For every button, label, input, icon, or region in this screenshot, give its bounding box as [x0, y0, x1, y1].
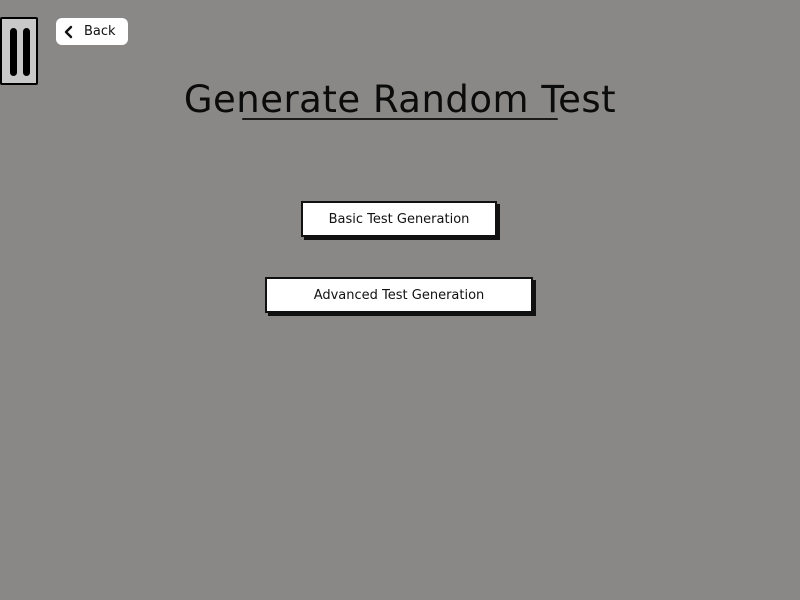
pause-icon-bar-right: [23, 28, 30, 76]
chevron-left-icon: [64, 25, 73, 38]
advanced-test-generation-button[interactable]: Advanced Test Generation: [265, 277, 533, 313]
basic-test-generation-button[interactable]: Basic Test Generation: [301, 201, 497, 237]
page-title: Generate Random Test: [183, 78, 617, 121]
back-button-label: Back: [84, 24, 116, 39]
back-button[interactable]: Back: [56, 18, 128, 45]
title-underline: [242, 118, 558, 120]
pause-button[interactable]: [0, 17, 38, 85]
pause-icon-bar-left: [10, 28, 17, 76]
